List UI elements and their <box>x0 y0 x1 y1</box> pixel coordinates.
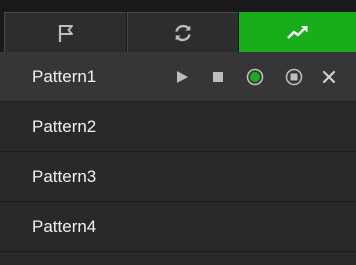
pattern-label: Pattern4 <box>32 216 97 236</box>
play-icon[interactable] <box>175 70 189 84</box>
pattern-row[interactable]: Pattern3 <box>0 152 356 202</box>
trend-up-icon <box>286 24 310 40</box>
pattern-panel: Pattern1 Pattern2 Pattern3 Pattern4 <box>0 0 356 265</box>
pattern-label: Pattern3 <box>32 166 97 186</box>
delete-icon[interactable] <box>322 70 336 84</box>
pattern-list: Pattern1 Pattern2 Pattern3 Pattern4 <box>0 52 356 252</box>
tab-bar <box>0 0 356 53</box>
pattern-row[interactable]: Pattern1 <box>0 52 356 102</box>
tab-patrol[interactable] <box>127 12 239 52</box>
flag-icon <box>56 23 76 43</box>
pattern-row[interactable]: Pattern2 <box>0 102 356 152</box>
tab-preset[interactable] <box>4 12 127 52</box>
pattern-row[interactable]: Pattern4 <box>0 202 356 252</box>
pattern-label: Pattern2 <box>32 116 97 136</box>
record-icon[interactable] <box>246 68 264 86</box>
refresh-icon <box>172 22 194 44</box>
stop-record-icon[interactable] <box>285 68 303 86</box>
pattern-label: Pattern1 <box>32 66 97 86</box>
tab-pattern[interactable] <box>239 12 356 52</box>
stop-icon[interactable] <box>212 71 224 83</box>
